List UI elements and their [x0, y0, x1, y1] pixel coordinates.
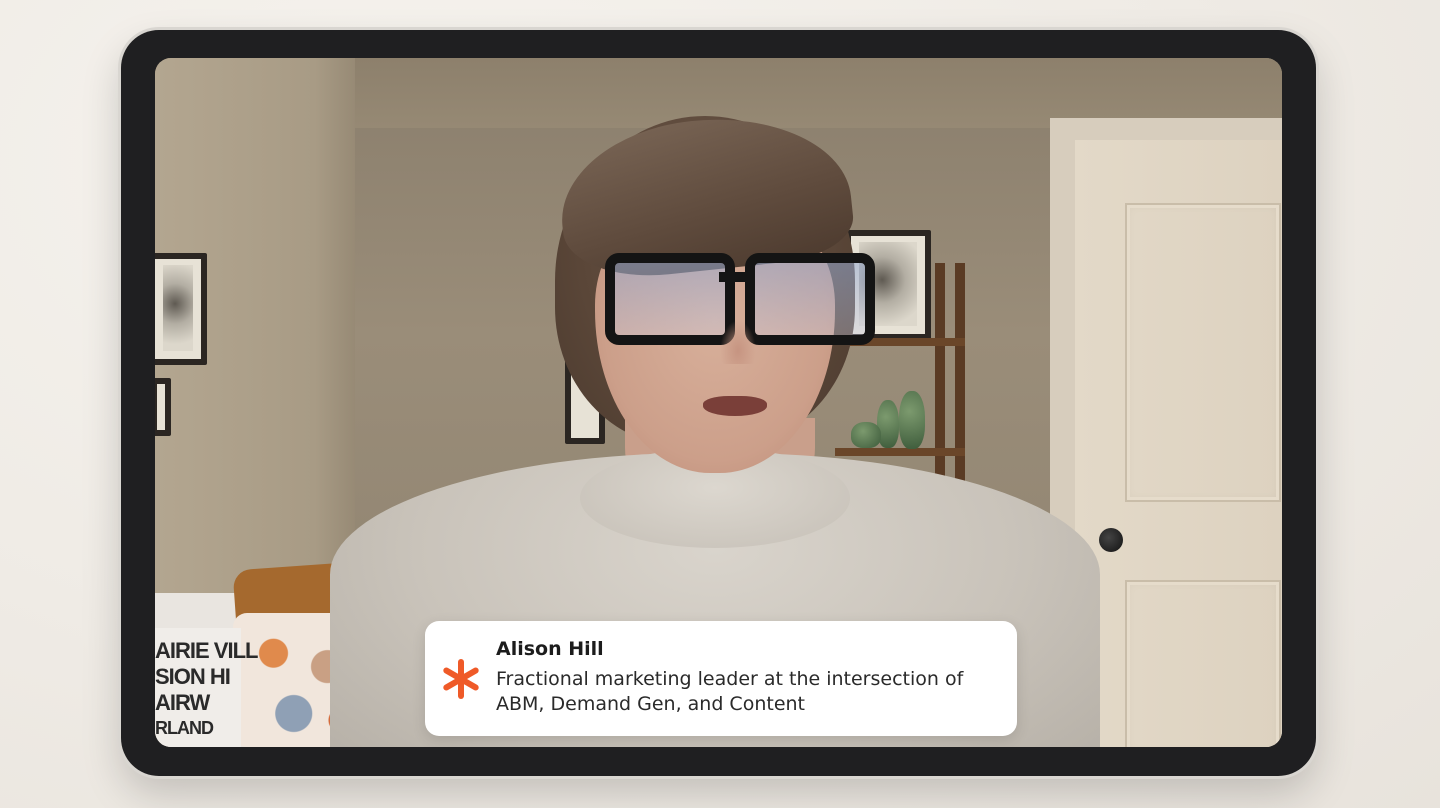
speaker-caption-card: Alison Hill Fractional marketing leader …: [425, 621, 1017, 736]
pillow-text-line: AIRIE VILL: [155, 638, 258, 663]
glasses-bridge: [719, 272, 747, 282]
speaker-description: Fractional marketing leader at the inter…: [496, 668, 964, 715]
door-panel-lower: [1125, 580, 1281, 747]
page-background: { "speaker": { "name": "Alison Hill", "d…: [0, 0, 1440, 808]
tablet-frame: AIRIE VILL SION HI AIRW RLAND Alison Hil…: [121, 30, 1316, 776]
text-pillow: AIRIE VILL SION HI AIRW RLAND: [155, 628, 258, 747]
speaker-mouth: [703, 396, 767, 416]
asterisk-icon: [443, 659, 479, 699]
speaker-name: Alison Hill: [496, 638, 604, 660]
video-screen[interactable]: AIRIE VILL SION HI AIRW RLAND Alison Hil…: [155, 58, 1282, 747]
pillow-text-line: SION HI: [155, 664, 231, 689]
glasses-lens-right: [745, 253, 875, 345]
green-vase: [899, 391, 925, 449]
door-panel-upper: [1125, 203, 1281, 502]
shelf-board: [835, 448, 965, 456]
pillow-text-line: RLAND: [155, 718, 214, 738]
pillow-text-line: AIRW: [155, 690, 210, 715]
wall-picture-small: [155, 378, 171, 436]
speaker-nose: [720, 320, 756, 364]
door-knob: [1099, 528, 1123, 552]
green-vase: [851, 422, 881, 448]
wall-picture-left: [155, 253, 207, 365]
glasses-lens-left: [605, 253, 735, 345]
